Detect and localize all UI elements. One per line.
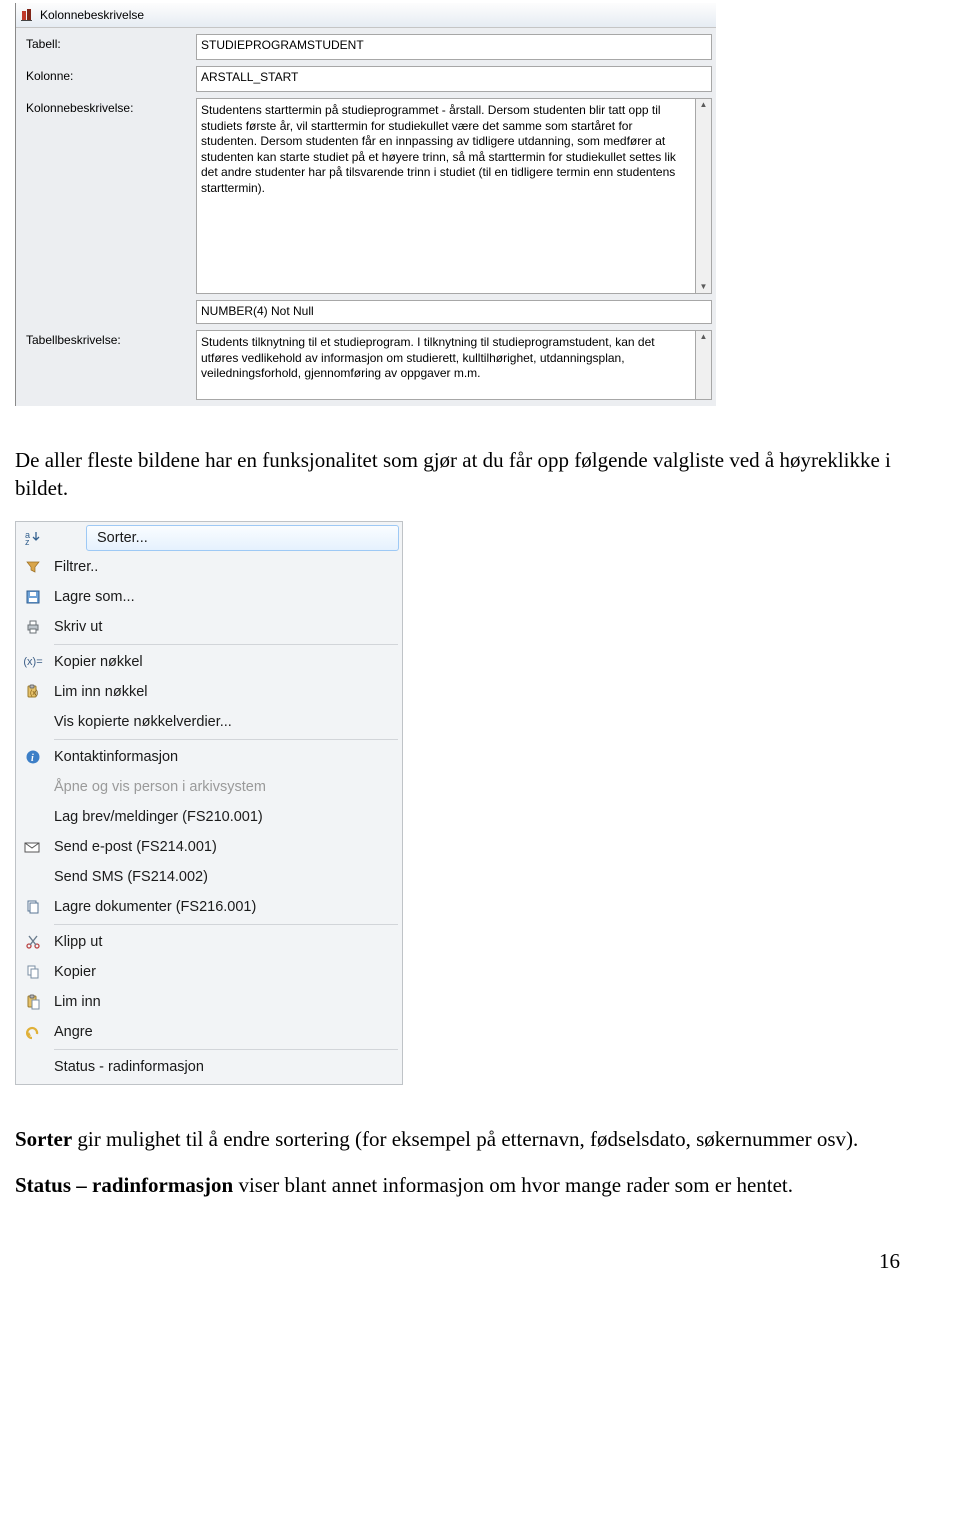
sort-icon: az [24, 528, 42, 546]
menu-item-lagre-dokumenter[interactable]: Lagre dokumenter (FS216.001) [16, 892, 402, 922]
label-tabellbeskrivelse: Tabellbeskrivelse: [26, 330, 196, 347]
label-kolonne: Kolonne: [26, 66, 196, 83]
field-tabellbeskrivelse[interactable]: Students tilknytning til et studieprogra… [196, 330, 696, 400]
menu-item-lagre-som[interactable]: Lagre som... [16, 582, 402, 612]
dialog-body: Tabell: STUDIEPROGRAMSTUDENT Kolonne: AR… [16, 28, 716, 406]
print-icon [24, 618, 42, 636]
menu-item-kopier[interactable]: Kopier [16, 957, 402, 987]
menu-separator [54, 644, 398, 645]
field-kolonne[interactable]: ARSTALL_START [196, 66, 712, 92]
menu-separator [54, 1049, 398, 1050]
field-tabell[interactable]: STUDIEPROGRAMSTUDENT [196, 34, 712, 60]
field-datatype[interactable]: NUMBER(4) Not Null [196, 300, 712, 324]
info-icon: i [24, 748, 42, 766]
menu-item-klipp-ut[interactable]: Klipp ut [16, 927, 402, 957]
menu-item-send-epost[interactable]: Send e-post (FS214.001) [16, 832, 402, 862]
copy-icon [24, 963, 42, 981]
bold-sorter: Sorter [15, 1127, 72, 1151]
menu-item-filtrer[interactable]: Filtrer.. [16, 552, 402, 582]
app-icon [20, 7, 36, 23]
menu-item-arkivsystem: Åpne og vis person i arkivsystem [16, 772, 402, 802]
svg-text:(x): (x) [30, 690, 38, 697]
scrollbar-2[interactable]: ▲ [696, 330, 712, 400]
dialog-title: Kolonnebeskrivelse [40, 8, 144, 22]
mail-icon [24, 838, 42, 856]
menu-separator [54, 739, 398, 740]
text-sorter-rest: gir mulighet til å endre sortering (for … [72, 1127, 858, 1151]
paste-icon [24, 993, 42, 1011]
dialog-titlebar: Kolonnebeskrivelse [16, 3, 716, 28]
context-menu: az Sorter... Filtrer.. Lagre som... Skri… [15, 521, 403, 1085]
paragraph-status: Status – radinformasjon viser blant anne… [15, 1171, 945, 1199]
menu-item-lim-inn-nokkel[interactable]: (x) Lim inn nøkkel [16, 677, 402, 707]
menu-item-lim-inn[interactable]: Lim inn [16, 987, 402, 1017]
menu-separator [54, 924, 398, 925]
text-status-rest: viser blant annet informasjon om hvor ma… [233, 1173, 793, 1197]
scroll-up-icon[interactable]: ▲ [700, 333, 708, 341]
scrollbar[interactable]: ▲ ▼ [696, 98, 712, 294]
cut-icon [24, 933, 42, 951]
menu-item-send-sms[interactable]: Send SMS (FS214.002) [16, 862, 402, 892]
label-tabell: Tabell: [26, 34, 196, 51]
label-kolonnebeskrivelse: Kolonnebeskrivelse: [26, 98, 196, 115]
page-number: 16 [0, 1249, 900, 1274]
paragraph-intro: De aller fleste bildene har en funksjona… [15, 446, 945, 503]
filter-icon [24, 558, 42, 576]
undo-icon [24, 1023, 42, 1041]
label-empty [26, 300, 196, 303]
key-copy-icon: (x)= [24, 653, 42, 671]
key-paste-icon: (x) [24, 683, 42, 701]
documents-icon [24, 898, 42, 916]
field-kolonnebeskrivelse[interactable]: Studentens starttermin på studieprogramm… [196, 98, 696, 294]
menu-item-lag-brev[interactable]: Lag brev/meldinger (FS210.001) [16, 802, 402, 832]
bold-status: Status – radinformasjon [15, 1173, 233, 1197]
scroll-down-icon[interactable]: ▼ [700, 283, 708, 291]
column-description-dialog: Kolonnebeskrivelse Tabell: STUDIEPROGRAM… [15, 3, 716, 406]
svg-text:z: z [25, 537, 30, 545]
menu-item-sorter[interactable]: az Sorter... [16, 522, 402, 552]
menu-item-kopier-nokkel[interactable]: (x)= Kopier nøkkel [16, 647, 402, 677]
menu-item-angre[interactable]: Angre [16, 1017, 402, 1047]
menu-item-kontaktinformasjon[interactable]: i Kontaktinformasjon [16, 742, 402, 772]
paragraph-sorter: Sorter gir mulighet til å endre sorterin… [15, 1125, 945, 1153]
scroll-up-icon[interactable]: ▲ [700, 101, 708, 109]
menu-item-skriv-ut[interactable]: Skriv ut [16, 612, 402, 642]
menu-item-vis-nokkelverdier[interactable]: Vis kopierte nøkkelverdier... [16, 707, 402, 737]
save-icon [24, 588, 42, 606]
menu-item-status[interactable]: Status - radinformasjon [16, 1052, 402, 1082]
svg-text:i: i [31, 753, 34, 764]
